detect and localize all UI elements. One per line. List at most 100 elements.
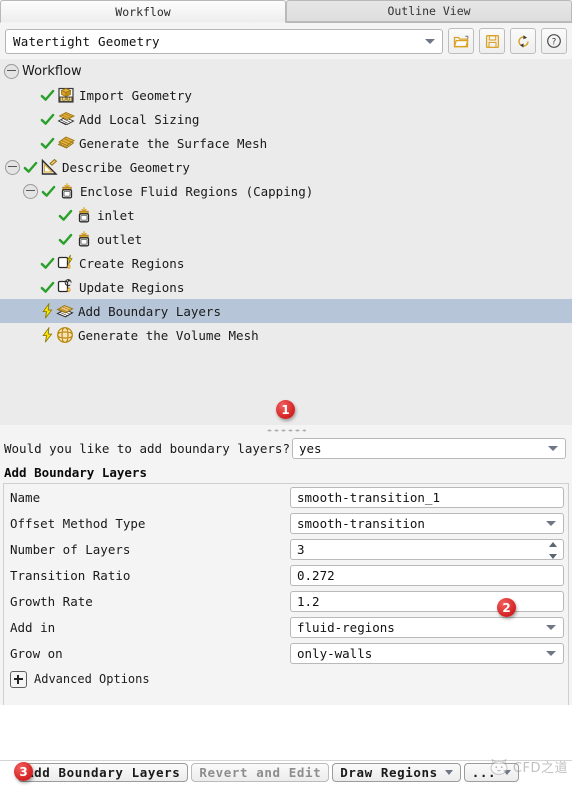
checkmark-icon — [40, 281, 55, 293]
field-row-add-in: Add in fluid-regions — [4, 614, 568, 640]
volume-mesh-icon — [57, 327, 73, 343]
field-row-offset-method-type: Offset Method Type smooth-transition — [4, 510, 568, 536]
tree-node-label: Update Regions — [79, 279, 185, 295]
chevron-down-icon — [546, 521, 556, 526]
field-row-number-of-layers: Number of Layers 3 — [4, 536, 568, 562]
section-title: Add Boundary Layers — [4, 465, 147, 480]
draw-regions-button[interactable]: Draw Regions — [332, 762, 461, 782]
tree-node-label: Add Boundary Layers — [78, 303, 221, 319]
tab-workflow[interactable]: Workflow — [0, 0, 286, 23]
plus-icon[interactable] — [10, 670, 27, 688]
chevron-down-icon[interactable] — [444, 769, 453, 775]
tree-node-update-regions[interactable]: Update Regions — [0, 275, 572, 299]
name-field[interactable]: smooth-transition_1 — [290, 486, 564, 508]
add-boundary-layers-button-label: Add Boundary Layers — [26, 764, 181, 780]
boundary-layers-icon — [56, 304, 74, 318]
capping-icon — [78, 231, 90, 247]
workflow-tree[interactable]: Workflow CAD Import Geometry Add Local Siz… — [0, 59, 572, 425]
boundary-layer-properties-group: Name smooth-transition_1 Offset Method Typ… — [3, 483, 569, 705]
chevron-down-icon[interactable] — [503, 769, 512, 775]
refresh-icon — [517, 34, 529, 48]
add-boundary-layers-button[interactable]: Add Boundary Layers — [18, 762, 189, 782]
tree-node-describe-geometry[interactable]: Describe Geometry — [0, 155, 572, 179]
workflow-type-select[interactable]: Watertight Geometry — [5, 28, 443, 54]
create-regions-icon — [57, 254, 73, 270]
offset-method-type-field[interactable]: smooth-transition — [290, 512, 564, 534]
tree-node-import-geometry[interactable]: CAD Import Geometry — [0, 83, 572, 107]
reset-workflow-button[interactable] — [510, 28, 536, 54]
tree-node-label: Describe Geometry — [62, 159, 190, 175]
name-wrap: smooth-transition_1 — [290, 486, 564, 508]
chevron-down-icon — [546, 625, 556, 630]
svg-text:?: ? — [552, 37, 557, 47]
tree-node-label: Import Geometry — [79, 87, 192, 103]
save-workflow-button[interactable] — [479, 28, 505, 54]
tree-node-root[interactable]: Workflow — [0, 59, 572, 83]
tree-node-enclose-fluid-regions-capping[interactable]: Enclose Fluid Regions (Capping) — [0, 179, 572, 203]
tree-node-create-regions[interactable]: Create Regions — [0, 251, 572, 275]
add-boundary-layers-value: yes — [299, 440, 322, 456]
tree-node-add-boundary-layers[interactable]: Add Boundary Layers — [0, 299, 572, 323]
number-of-layers-field[interactable]: 3 — [290, 538, 564, 560]
growth-rate-wrap: 1.2 — [290, 590, 564, 612]
field-row-transition-ratio: Transition Ratio 0.272 — [4, 562, 568, 588]
stepper-up-icon[interactable] — [549, 541, 557, 547]
growth-rate-value: 1.2 — [297, 593, 320, 609]
name-value: smooth-transition_1 — [297, 489, 440, 505]
chevron-down-icon — [425, 39, 435, 44]
checkmark-icon — [23, 161, 38, 173]
svg-text:CAD: CAD — [62, 97, 71, 102]
offset-method-type-wrap: smooth-transition — [290, 512, 564, 534]
open-folder-icon — [453, 35, 469, 47]
workflow-type-value: Watertight Geometry — [13, 33, 160, 49]
surface-mesh-icon — [57, 136, 75, 149]
expander-collapse-icon[interactable] — [4, 63, 19, 79]
panel-splitter[interactable] — [0, 425, 572, 435]
tree-node-add-local-sizing[interactable]: Add Local Sizing — [0, 107, 572, 131]
tree-root-label: Workflow — [22, 63, 82, 79]
field-row-growth-rate: Growth Rate 1.2 — [4, 588, 568, 614]
revert-and-edit-button[interactable]: Revert and Edit — [191, 762, 330, 782]
capping-icon — [61, 183, 73, 199]
open-workflow-button[interactable] — [448, 28, 474, 54]
lightning-bolt-icon — [42, 303, 53, 319]
tab-outline-view[interactable]: Outline View — [286, 0, 572, 22]
action-button-bar: Add Boundary Layers Revert and Edit Draw… — [0, 762, 572, 782]
add-in-field[interactable]: fluid-regions — [290, 616, 564, 638]
number-of-layers-stepper[interactable] — [549, 541, 558, 559]
tree-node-generate-the-volume-mesh[interactable]: Generate the Volume Mesh — [0, 323, 572, 347]
tree-node-label: Enclose Fluid Regions (Capping) — [80, 183, 314, 199]
more-options-button[interactable]: ... — [463, 762, 520, 782]
describe-geometry-icon — [41, 158, 58, 175]
grow-on-wrap: only-walls — [290, 642, 564, 664]
tree-node-label: Generate the Surface Mesh — [79, 135, 268, 151]
cad-box-icon: CAD — [58, 87, 74, 103]
transition-ratio-field[interactable]: 0.272 — [290, 564, 564, 586]
expander-collapse-icon[interactable] — [5, 159, 20, 175]
growth-rate-field[interactable]: 1.2 — [290, 590, 564, 612]
offset-method-type-value: smooth-transition — [297, 515, 425, 531]
advanced-options-row[interactable]: Advanced Options — [4, 666, 568, 692]
help-button[interactable]: ? — [541, 28, 567, 54]
offset-method-type-label: Offset Method Type — [10, 515, 146, 531]
tree-node-generate-the-surface-mesh[interactable]: Generate the Surface Mesh — [0, 131, 572, 155]
add-boundary-layers-select[interactable]: yes — [292, 437, 566, 459]
draw-regions-button-label: Draw Regions — [340, 764, 438, 780]
workflow-toolbar: Watertight Geometry ? — [0, 23, 572, 59]
annotation-badge-1: 1 — [276, 400, 295, 419]
expander-collapse-icon[interactable] — [23, 183, 38, 199]
grow-on-field[interactable]: only-walls — [290, 642, 564, 664]
save-disk-icon — [485, 34, 499, 48]
tree-node-inlet[interactable]: inlet — [0, 203, 572, 227]
number-of-layers-label: Number of Layers — [10, 541, 131, 557]
stepper-down-icon[interactable] — [549, 553, 557, 559]
task-properties-panel: Would you like to add boundary layers? y… — [0, 435, 572, 705]
tree-node-outlet[interactable]: outlet — [0, 227, 572, 251]
transition-ratio-value: 0.272 — [297, 567, 335, 583]
chevron-down-icon — [548, 446, 558, 451]
question-label: Would you like to add boundary layers? — [4, 440, 290, 456]
add-in-label: Add in — [10, 619, 56, 635]
growth-rate-label: Growth Rate — [10, 593, 93, 609]
capping-icon — [78, 207, 90, 223]
checkmark-icon — [40, 257, 55, 269]
